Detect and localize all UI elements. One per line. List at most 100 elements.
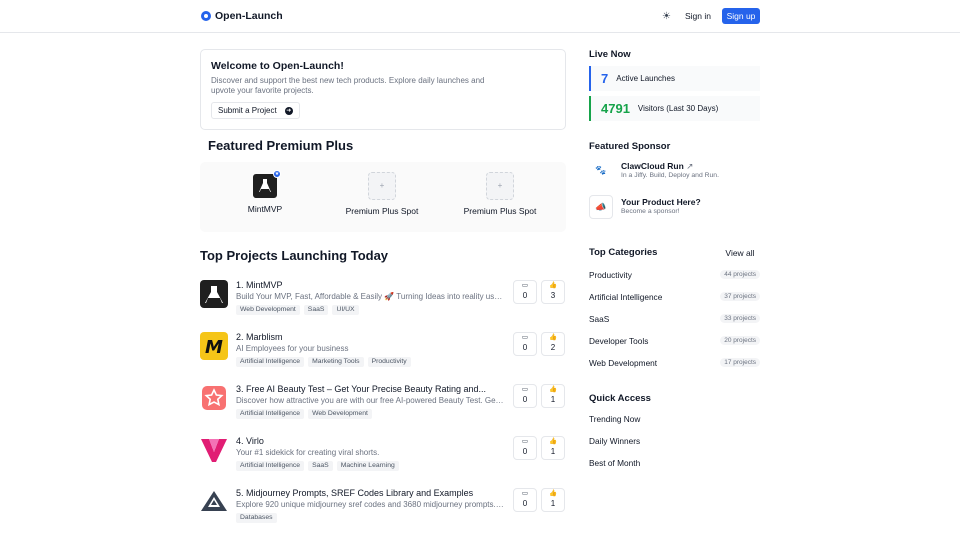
featured-item-mintmvp[interactable]: ★ MintMVP [210,170,320,214]
view-all-categories-link[interactable]: View all [720,246,760,260]
sun-icon[interactable]: ☀ [660,10,673,23]
verified-badge-icon: ★ [273,170,281,178]
submit-project-button[interactable]: Submit a Project ➜ [211,102,300,119]
welcome-text: Discover and support the best new tech p… [211,76,485,95]
category-count: 17 projects [720,358,760,367]
comment-button[interactable]: ▭ 0 [513,384,537,408]
project-title[interactable]: 1. MintMVP [236,280,506,291]
sponsor-name: Your Product Here? [621,197,701,207]
project-description: AI Employees for your business [236,344,349,353]
upvote-button[interactable]: 👍 2 [541,332,565,356]
project-tag[interactable]: Web Development [308,409,372,419]
comment-button[interactable]: ▭ 0 [513,332,537,356]
upvote-button[interactable]: 👍 1 [541,436,565,460]
upvote-button[interactable]: 👍 1 [541,384,565,408]
project-row[interactable]: 5. Midjourney Prompts, SREF Codes Librar… [200,488,566,532]
thumbs-up-icon: 👍 [548,386,558,393]
project-tag[interactable]: Productivity [367,357,411,367]
top-nav: Open-Launch ☀ Sign in Sign up [0,0,960,33]
active-launches-count: 7 [601,71,609,86]
submit-project-label: Submit a Project [218,106,277,115]
upvote-count: 1 [550,447,556,456]
top-projects-title: Top Projects Launching Today [200,248,389,263]
project-tag[interactable]: Artificial Intelligence [236,461,305,471]
category-count: 33 projects [720,314,760,323]
quick-access-trending[interactable]: Trending Now [589,414,640,424]
project-title[interactable]: 3. Free AI Beauty Test – Get Your Precis… [236,384,506,395]
live-now-title: Live Now [589,49,631,60]
plus-icon: + [368,172,396,200]
featured-premium-card: ★ MintMVP + Premium Plus Spot + Premium … [200,162,566,232]
project-title[interactable]: 4. Virlo [236,436,506,447]
sponsor-description: In a Jiffy. Build, Deploy and Run. [621,172,719,179]
sponsor-placeholder[interactable]: 📣 Your Product Here? Become a sponsor! [589,195,760,219]
welcome-title: Welcome to Open-Launch! [211,60,344,72]
comment-icon: ▭ [521,386,529,393]
upvote-count: 1 [550,499,556,508]
quick-access-daily-winners[interactable]: Daily Winners [589,436,640,446]
quick-access-best-of-month[interactable]: Best of Month [589,458,640,468]
sponsor-clawcloud[interactable]: 🐾 ClawCloud Run ↗ In a Jiffy. Build, Dep… [589,159,760,183]
project-row[interactable]: M 2. Marblism AI Employees for your busi… [200,332,566,376]
project-tag[interactable]: Marketing Tools [308,357,364,367]
category-count: 37 projects [720,292,760,301]
active-launches-label: Active Launches [616,74,675,83]
premium-spot-1[interactable]: + Premium Plus Spot [327,172,437,216]
welcome-card: Welcome to Open-Launch! Discover and sup… [200,49,566,130]
comment-count: 0 [522,343,528,352]
project-tag[interactable]: Web Development [236,305,300,315]
premium-spot-2[interactable]: + Premium Plus Spot [445,172,555,216]
project-tag[interactable]: Machine Learning [336,461,399,471]
project-tag[interactable]: SaaS [303,305,329,315]
project-tag[interactable]: Artificial Intelligence [236,357,305,367]
project-title[interactable]: 5. Midjourney Prompts, SREF Codes Librar… [236,488,506,499]
upvote-button[interactable]: 👍 1 [541,488,565,512]
visitors-stat: 4791 Visitors (Last 30 Days) [589,96,760,121]
megaphone-icon: 📣 [589,195,613,219]
project-row[interactable]: 1. MintMVP Build Your MVP, Fast, Afforda… [200,280,566,324]
category-item[interactable]: Productivity 44 projects [589,268,760,282]
category-item[interactable]: SaaS 33 projects [589,312,760,326]
brand-logo[interactable]: Open-Launch [201,10,283,22]
comment-icon: ▭ [521,438,529,445]
category-item[interactable]: Artificial Intelligence 37 projects [589,290,760,304]
project-title[interactable]: 2. Marblism [236,332,506,343]
visitors-count: 4791 [601,101,630,116]
comment-button[interactable]: ▭ 0 [513,280,537,304]
sponsor-name[interactable]: ClawCloud Run ↗ [621,161,693,172]
project-logo [200,280,228,308]
comment-button[interactable]: ▭ 0 [513,436,537,460]
category-item[interactable]: Developer Tools 20 projects [589,334,760,348]
category-item[interactable]: Web Development 17 projects [589,356,760,370]
project-logo [200,488,228,516]
comment-count: 0 [522,447,528,456]
logo-icon [201,11,211,21]
project-row[interactable]: 3. Free AI Beauty Test – Get Your Precis… [200,384,566,428]
comment-icon: ▭ [521,282,529,289]
project-tag[interactable]: UI/UX [332,305,359,315]
sign-in-button[interactable]: Sign in [679,8,717,24]
featured-premium-title: Featured Premium Plus [208,138,354,153]
project-tag[interactable]: Artificial Intelligence [236,409,305,419]
project-tag[interactable]: SaaS [308,461,333,471]
project-description: Build Your MVP, Fast, Affordable & Easil… [236,292,504,301]
category-name: Developer Tools [589,336,649,346]
project-row[interactable]: 4. Virlo Your #1 sidekick for creating v… [200,436,566,480]
active-launches-stat: 7 Active Launches [589,66,760,91]
project-tag[interactable]: Databases [236,513,277,523]
category-name: Web Development [589,358,658,368]
plus-icon: + [486,172,514,200]
category-name: Artificial Intelligence [589,292,663,302]
comment-icon: ▭ [521,490,529,497]
comment-icon: ▭ [521,334,529,341]
category-name: Productivity [589,270,632,280]
arrow-right-icon: ➜ [284,106,293,115]
sign-up-button[interactable]: Sign up [722,8,760,24]
svg-text:M: M [205,337,223,358]
paw-icon: 🐾 [595,165,607,175]
project-logo: M [200,332,228,360]
comment-button[interactable]: ▭ 0 [513,488,537,512]
project-description: Explore 920 unique midjourney sref codes… [236,500,504,509]
upvote-button[interactable]: 👍 3 [541,280,565,304]
upvote-count: 3 [550,291,556,300]
